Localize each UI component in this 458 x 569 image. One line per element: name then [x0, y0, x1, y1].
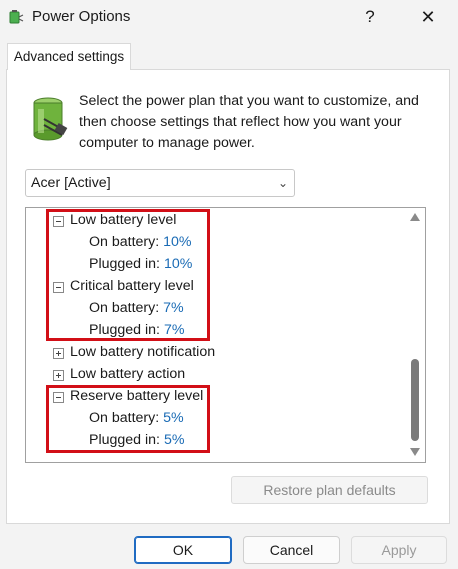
expand-icon[interactable]: [53, 370, 64, 381]
tree-item-reserve-plugged-in[interactable]: Plugged in: 5%: [89, 430, 184, 450]
plugged-in-label: Plugged in:: [89, 256, 160, 272]
tree-item-low-battery-notification[interactable]: Low battery notification: [70, 342, 215, 362]
plugged-in-label: Plugged in:: [89, 432, 160, 448]
tree-item-low-battery-action[interactable]: Low battery action: [70, 364, 185, 384]
on-battery-value[interactable]: 7%: [163, 300, 184, 316]
scroll-down-arrow-icon[interactable]: [410, 448, 420, 456]
on-battery-value[interactable]: 10%: [163, 234, 191, 250]
plugged-in-label: Plugged in:: [89, 322, 160, 338]
tree-item-reserve-battery-level[interactable]: Reserve battery level: [70, 386, 203, 406]
description-text: Select the power plan that you want to c…: [79, 93, 419, 151]
tree-item-critical-on-battery[interactable]: On battery: 7%: [89, 298, 184, 318]
apply-button[interactable]: Apply: [351, 536, 447, 564]
window-title: Power Options: [32, 8, 131, 25]
collapse-icon[interactable]: [53, 392, 64, 403]
power-options-icon: [9, 10, 24, 24]
title-bar: Power Options ? ✕: [0, 0, 458, 36]
help-button[interactable]: ?: [356, 5, 384, 29]
scrollbar-thumb[interactable]: [411, 359, 419, 441]
plan-select[interactable]: Acer [Active] ⌄: [25, 169, 295, 197]
plugged-in-value[interactable]: 5%: [164, 432, 185, 448]
battery-icon: [33, 97, 68, 141]
ok-button[interactable]: OK: [134, 536, 232, 564]
on-battery-label: On battery:: [89, 410, 160, 426]
tab-advanced-settings[interactable]: Advanced settings: [7, 43, 131, 70]
expand-icon[interactable]: [53, 348, 64, 359]
tree-item-low-battery-level[interactable]: Low battery level: [70, 210, 176, 230]
on-battery-label: On battery:: [89, 234, 160, 250]
collapse-icon[interactable]: [53, 282, 64, 293]
plugged-in-value[interactable]: 7%: [164, 322, 185, 338]
settings-tree[interactable]: [25, 207, 426, 463]
plan-select-value: Acer [Active]: [31, 175, 111, 191]
tree-item-low-on-battery[interactable]: On battery: 10%: [89, 232, 192, 252]
tree-item-low-plugged-in[interactable]: Plugged in: 10%: [89, 254, 192, 274]
close-button[interactable]: ✕: [412, 4, 444, 30]
chevron-down-icon[interactable]: ⌄: [278, 170, 288, 196]
on-battery-label: On battery:: [89, 300, 160, 316]
restore-plan-defaults-button[interactable]: Restore plan defaults: [231, 476, 428, 504]
cancel-button[interactable]: Cancel: [243, 536, 340, 564]
plugged-in-value[interactable]: 10%: [164, 256, 192, 272]
tree-item-critical-plugged-in[interactable]: Plugged in: 7%: [89, 320, 184, 340]
collapse-icon[interactable]: [53, 216, 64, 227]
on-battery-value[interactable]: 5%: [163, 410, 184, 426]
tree-item-critical-battery-level[interactable]: Critical battery level: [70, 276, 194, 296]
scroll-up-arrow-icon[interactable]: [410, 213, 420, 221]
tree-item-reserve-on-battery[interactable]: On battery: 5%: [89, 408, 184, 428]
